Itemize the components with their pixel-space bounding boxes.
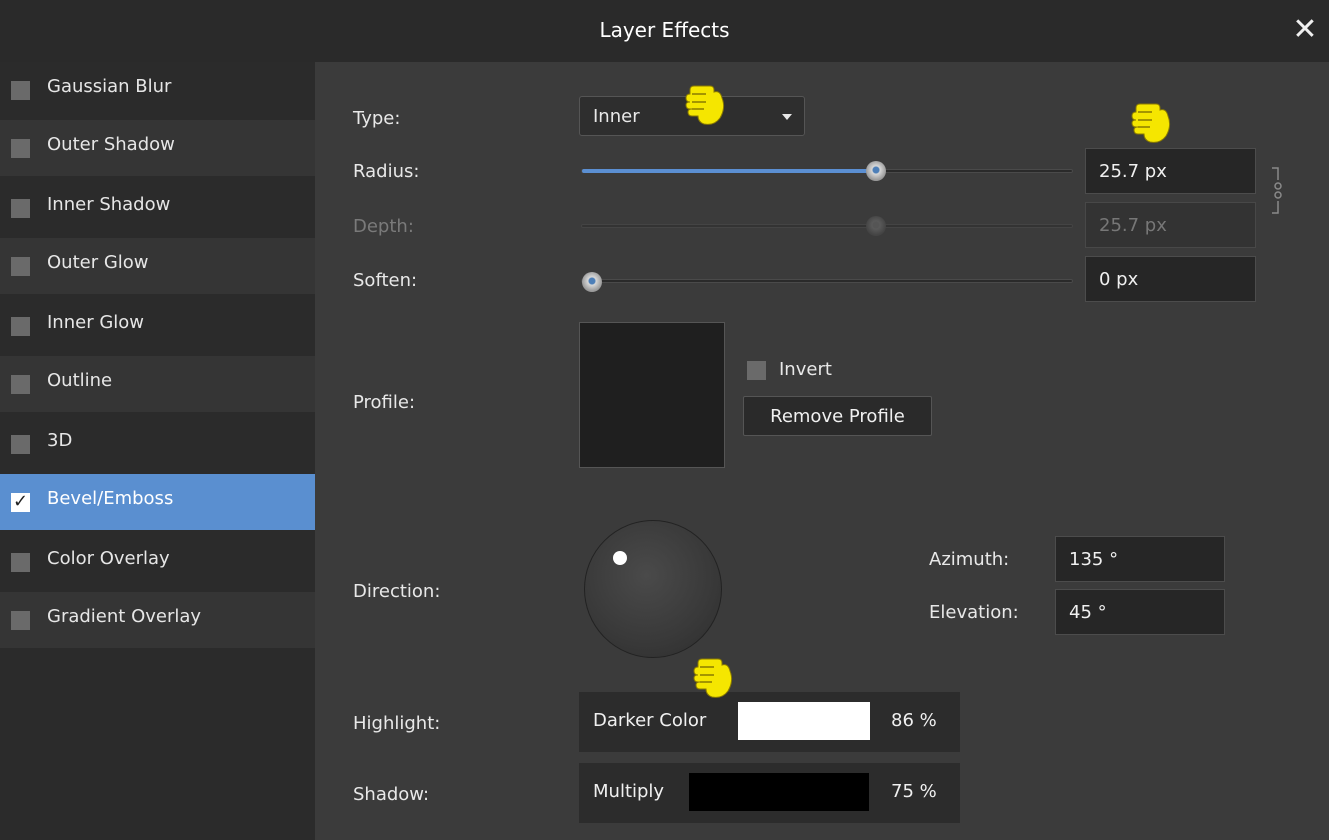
depth-slider-handle [866,216,886,236]
sidebar-item-label: Bevel/Emboss [47,488,174,509]
highlight-control: Darker Color 86 % [579,692,960,752]
sidebar-item-inner-shadow[interactable]: Inner Shadow [0,180,315,236]
invert-label: Invert [779,359,832,380]
shadow-color-swatch[interactable] [689,773,869,811]
elevation-label: Elevation: [929,602,1019,623]
checkbox[interactable] [11,199,30,218]
highlight-blend-mode[interactable]: Darker Color [593,710,706,731]
chevron-down-icon [782,114,792,120]
radius-label: Radius: [353,161,420,182]
sidebar-item-label: Color Overlay [47,548,170,569]
sidebar-item-label: 3D [47,430,73,451]
sidebar-item-label: Gradient Overlay [47,606,202,627]
shadow-blend-mode[interactable]: Multiply [593,781,664,802]
sidebar-item-outer-shadow[interactable]: Outer Shadow [0,120,315,176]
sidebar-item-outer-glow[interactable]: Outer Glow [0,238,315,294]
soften-label: Soften: [353,270,418,291]
checkbox[interactable] [11,553,30,572]
sidebar-item-label: Outer Glow [47,252,149,273]
type-label: Type: [353,108,401,129]
close-icon[interactable]: ✕ [1291,12,1319,48]
remove-profile-label: Remove Profile [770,406,905,427]
title-bar: Layer Effects ✕ [0,0,1329,62]
sidebar-item-3d[interactable]: 3D [0,416,315,472]
sidebar-item-label: Inner Glow [47,312,145,333]
shadow-opacity[interactable]: 75 % [891,781,937,802]
pointing-hand-icon [1131,103,1171,143]
radius-value: 25.7 px [1099,161,1167,182]
radius-slider-handle[interactable] [866,161,886,181]
profile-preview[interactable] [579,322,725,468]
sidebar-item-label: Outer Shadow [47,134,175,155]
sidebar-item-outline[interactable]: Outline [0,356,315,412]
azimuth-field[interactable]: 135 ° [1055,536,1225,582]
depth-value: 25.7 px [1099,215,1167,236]
sidebar-item-label: Outline [47,370,113,391]
checkbox[interactable] [11,139,30,158]
pointing-hand-icon [693,658,733,698]
checkbox[interactable]: ✓ [11,491,30,512]
link-icon[interactable] [1270,166,1284,216]
invert-checkbox[interactable] [747,361,766,380]
pointing-hand-icon [685,85,725,125]
sidebar-item-color-overlay[interactable]: Color Overlay [0,534,315,590]
azimuth-value: 135 ° [1069,549,1119,570]
sidebar-item-bevel-emboss[interactable]: ✓ Bevel/Emboss [0,474,315,530]
dialog-title: Layer Effects [599,18,730,42]
checkbox[interactable] [11,435,30,454]
soften-slider-track[interactable] [581,279,1073,283]
depth-slider-track [581,224,1073,228]
highlight-label: Highlight: [353,713,441,734]
sidebar-item-label: Gaussian Blur [47,76,172,97]
depth-label: Depth: [353,216,414,237]
effects-sidebar: Gaussian Blur Outer Shadow Inner Shadow … [0,62,315,840]
light-direction-handle[interactable] [613,551,627,565]
remove-profile-button[interactable]: Remove Profile [743,396,932,436]
checkbox[interactable] [11,611,30,630]
type-value: Inner [593,106,640,127]
soften-field[interactable]: 0 px [1085,256,1256,302]
highlight-color-swatch[interactable] [738,702,870,740]
depth-field: 25.7 px [1085,202,1256,248]
radius-field[interactable]: 25.7 px [1085,148,1256,194]
soften-value: 0 px [1099,269,1139,290]
azimuth-label: Azimuth: [929,549,1010,570]
checkbox[interactable] [11,317,30,336]
sidebar-item-inner-glow[interactable]: Inner Glow [0,298,315,354]
checkmark-icon: ✓ [12,491,29,512]
shadow-label: Shadow: [353,784,430,805]
checkbox[interactable] [11,375,30,394]
profile-label: Profile: [353,392,416,413]
sidebar-item-label: Inner Shadow [47,194,171,215]
elevation-value: 45 ° [1069,602,1107,623]
sidebar-item-gaussian-blur[interactable]: Gaussian Blur [0,62,315,118]
radius-slider-fill [582,169,876,173]
direction-dial[interactable] [584,520,722,658]
soften-slider-handle[interactable] [582,272,602,292]
highlight-opacity[interactable]: 86 % [891,710,937,731]
checkbox[interactable] [11,81,30,100]
shadow-control: Multiply 75 % [579,763,960,823]
sidebar-item-gradient-overlay[interactable]: Gradient Overlay [0,592,315,648]
direction-label: Direction: [353,581,441,602]
elevation-field[interactable]: 45 ° [1055,589,1225,635]
checkbox[interactable] [11,257,30,276]
